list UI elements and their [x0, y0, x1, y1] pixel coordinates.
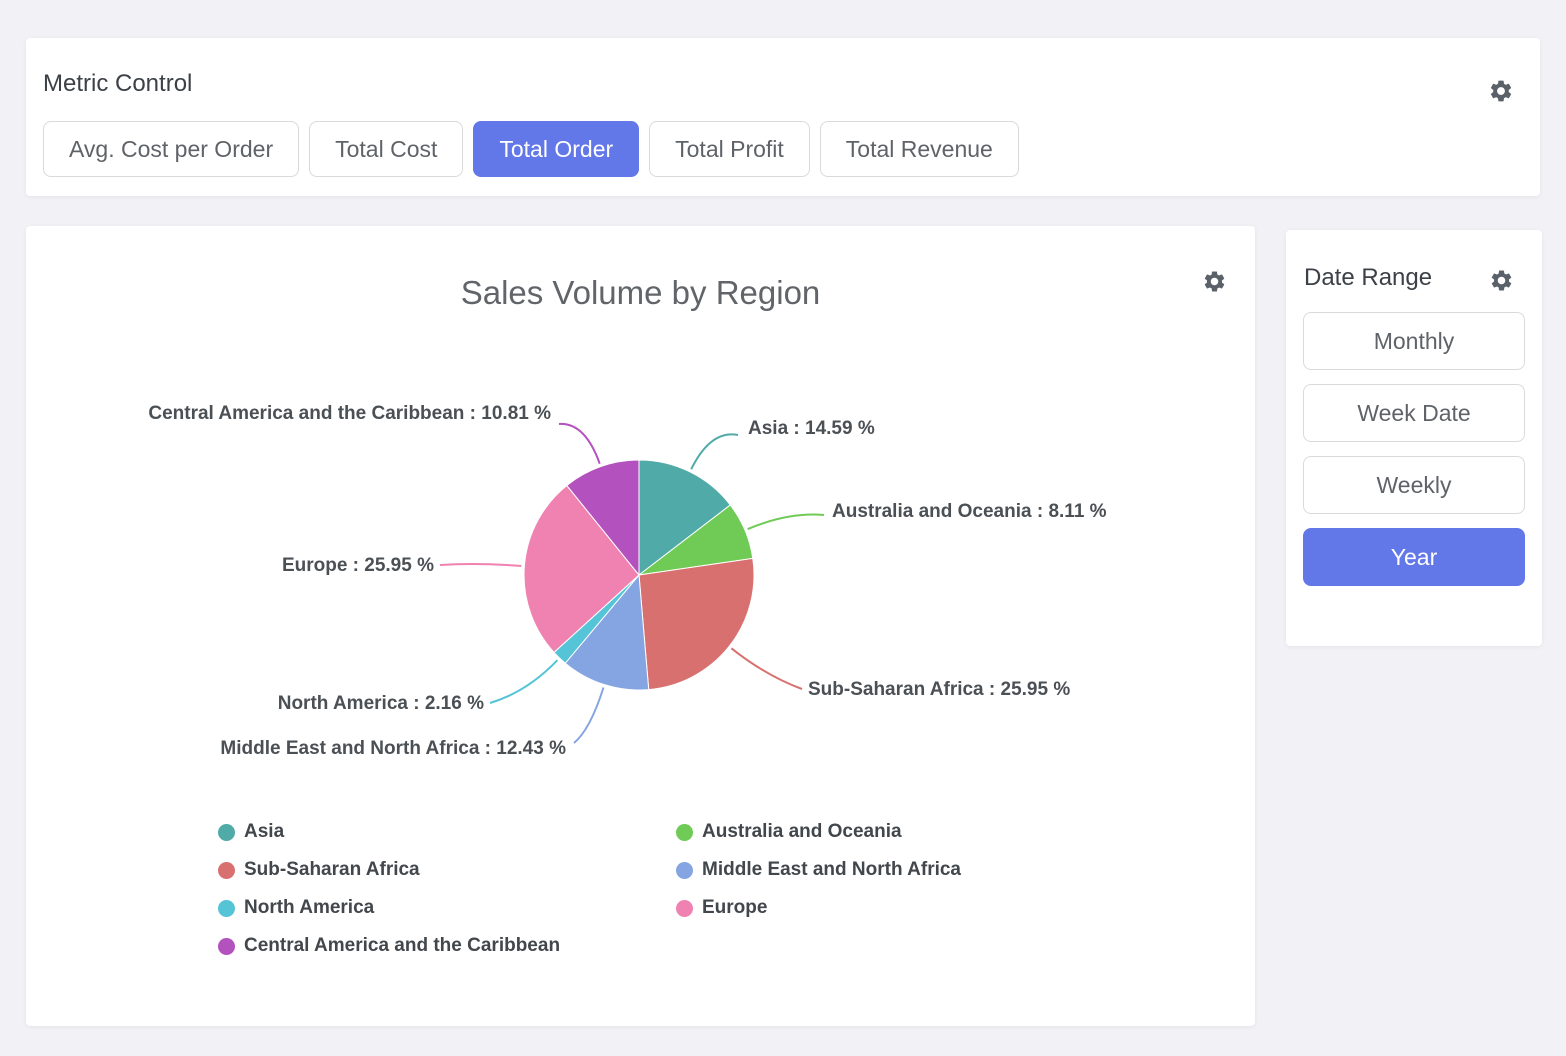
chart-legend: Asia Australia and Oceania Sub-Saharan Afr… [218, 813, 961, 965]
legend-dot-sub-saharan-africa [218, 862, 235, 879]
legend-dot-north-america [218, 900, 235, 917]
legend-label: North America [244, 897, 374, 919]
pie-label-line-asia [691, 434, 738, 469]
legend-label: Middle East and North Africa [702, 859, 961, 881]
legend-label: Central America and the Caribbean [244, 935, 560, 957]
legend-item-north-america[interactable]: North America [218, 889, 676, 927]
pie-label-australia-and-oceania: Australia and Oceania : 8.11 % [832, 501, 1107, 522]
metric-buttons-group: Avg. Cost per OrderTotal CostTotal Order… [43, 121, 1019, 177]
pie-label-asia: Asia : 14.59 % [748, 418, 875, 439]
pie-label-middle-east-and-north-africa: Middle East and North Africa : 12.43 % [220, 738, 566, 759]
date-range-panel: Date Range Monthly Week Date Weekly Year [1286, 230, 1542, 646]
legend-dot-central-america-and-the-caribbean [218, 938, 235, 955]
date-range-button-weekly[interactable]: Weekly [1303, 456, 1525, 514]
pie-label-line-north-america [490, 660, 557, 703]
metric-button-total-profit[interactable]: Total Profit [649, 121, 810, 177]
pie-label-line-sub-saharan-africa [731, 648, 802, 689]
date-range-button-year[interactable]: Year [1303, 528, 1525, 586]
pie-label-north-america: North America : 2.16 % [278, 693, 484, 714]
date-range-button-monthly[interactable]: Monthly [1303, 312, 1525, 370]
metric-control-panel: Metric Control Avg. Cost per OrderTotal … [26, 38, 1540, 196]
legend-item-middle-east-and-north-africa[interactable]: Middle East and North Africa [676, 851, 961, 889]
legend-dot-middle-east-and-north-africa [676, 862, 693, 879]
settings-gear-icon[interactable] [1489, 268, 1514, 293]
pie-label-line-europe [440, 564, 521, 566]
metric-button-total-revenue[interactable]: Total Revenue [820, 121, 1019, 177]
legend-label: Asia [244, 821, 284, 843]
metric-button-total-cost[interactable]: Total Cost [309, 121, 463, 177]
sales-volume-chart-panel: Sales Volume by Region Asia : 14.59 %Aus… [26, 226, 1255, 1026]
legend-item-europe[interactable]: Europe [676, 889, 961, 927]
legend-item-australia-and-oceania[interactable]: Australia and Oceania [676, 813, 961, 851]
legend-item-central-america-and-the-caribbean[interactable]: Central America and the Caribbean [218, 927, 676, 965]
legend-label: Australia and Oceania [702, 821, 902, 843]
legend-label: Europe [702, 897, 767, 919]
pie-label-europe: Europe : 25.95 % [282, 555, 434, 576]
pie-label-sub-saharan-africa: Sub-Saharan Africa : 25.95 % [808, 679, 1070, 700]
legend-item-sub-saharan-africa[interactable]: Sub-Saharan Africa [218, 851, 676, 889]
legend-label: Sub-Saharan Africa [244, 859, 420, 881]
date-range-button-week-date[interactable]: Week Date [1303, 384, 1525, 442]
pie-label-central-america-and-the-caribbean: Central America and the Caribbean : 10.8… [148, 403, 551, 424]
legend-dot-australia-and-oceania [676, 824, 693, 841]
pie-label-line-central-america-and-the-caribbean [559, 424, 600, 464]
date-buttons-group: Monthly Week Date Weekly Year [1303, 312, 1525, 586]
settings-gear-icon[interactable] [1488, 78, 1514, 104]
legend-item-asia[interactable]: Asia [218, 813, 676, 851]
pie-label-line-middle-east-and-north-africa [574, 688, 604, 744]
metric-button-total-order[interactable]: Total Order [473, 121, 639, 177]
pie-slice-sub-saharan-africa[interactable] [639, 558, 754, 689]
metric-button-avg-cost-per-order[interactable]: Avg. Cost per Order [43, 121, 299, 177]
metric-control-title: Metric Control [43, 70, 192, 98]
date-range-title: Date Range [1304, 264, 1432, 292]
pie-label-line-australia-and-oceania [748, 515, 824, 530]
legend-dot-asia [218, 824, 235, 841]
legend-dot-europe [676, 900, 693, 917]
